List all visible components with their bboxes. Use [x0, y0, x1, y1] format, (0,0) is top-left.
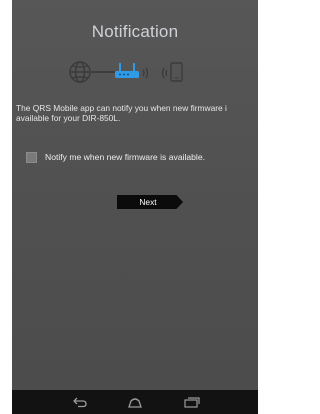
description-line: available for your DIR-850L.: [16, 113, 121, 123]
back-button[interactable]: [65, 394, 95, 410]
next-button[interactable]: Next: [117, 195, 183, 209]
globe-icon: [69, 61, 91, 83]
wireless-signal-icon: [142, 67, 149, 79]
recent-apps-icon: [184, 397, 200, 408]
android-navigation-bar: [12, 390, 258, 414]
home-button[interactable]: [120, 394, 150, 410]
notify-checkbox[interactable]: [26, 151, 37, 163]
router-icon: [115, 63, 139, 78]
notify-option[interactable]: Notify me when new firmware is available…: [26, 150, 205, 164]
phone-signal-icon: [161, 67, 168, 79]
description-line: The QRS Mobile app can notify you when n…: [16, 103, 227, 113]
recent-apps-button[interactable]: [177, 394, 207, 410]
next-button-label: Next: [139, 197, 157, 207]
notify-label: Notify me when new firmware is available…: [45, 152, 205, 162]
connection-diagram: [12, 56, 258, 86]
page-title: Notification: [91, 22, 179, 41]
notification-page: Notification The QRS Mobile app can noti…: [12, 0, 258, 390]
back-icon: [73, 397, 87, 408]
mobile-phone-icon: [170, 62, 183, 82]
device-screen: Notification The QRS Mobile app can noti…: [12, 0, 258, 414]
home-icon: [128, 398, 142, 408]
firmware-description: The QRS Mobile app can notify you when n…: [16, 103, 258, 123]
